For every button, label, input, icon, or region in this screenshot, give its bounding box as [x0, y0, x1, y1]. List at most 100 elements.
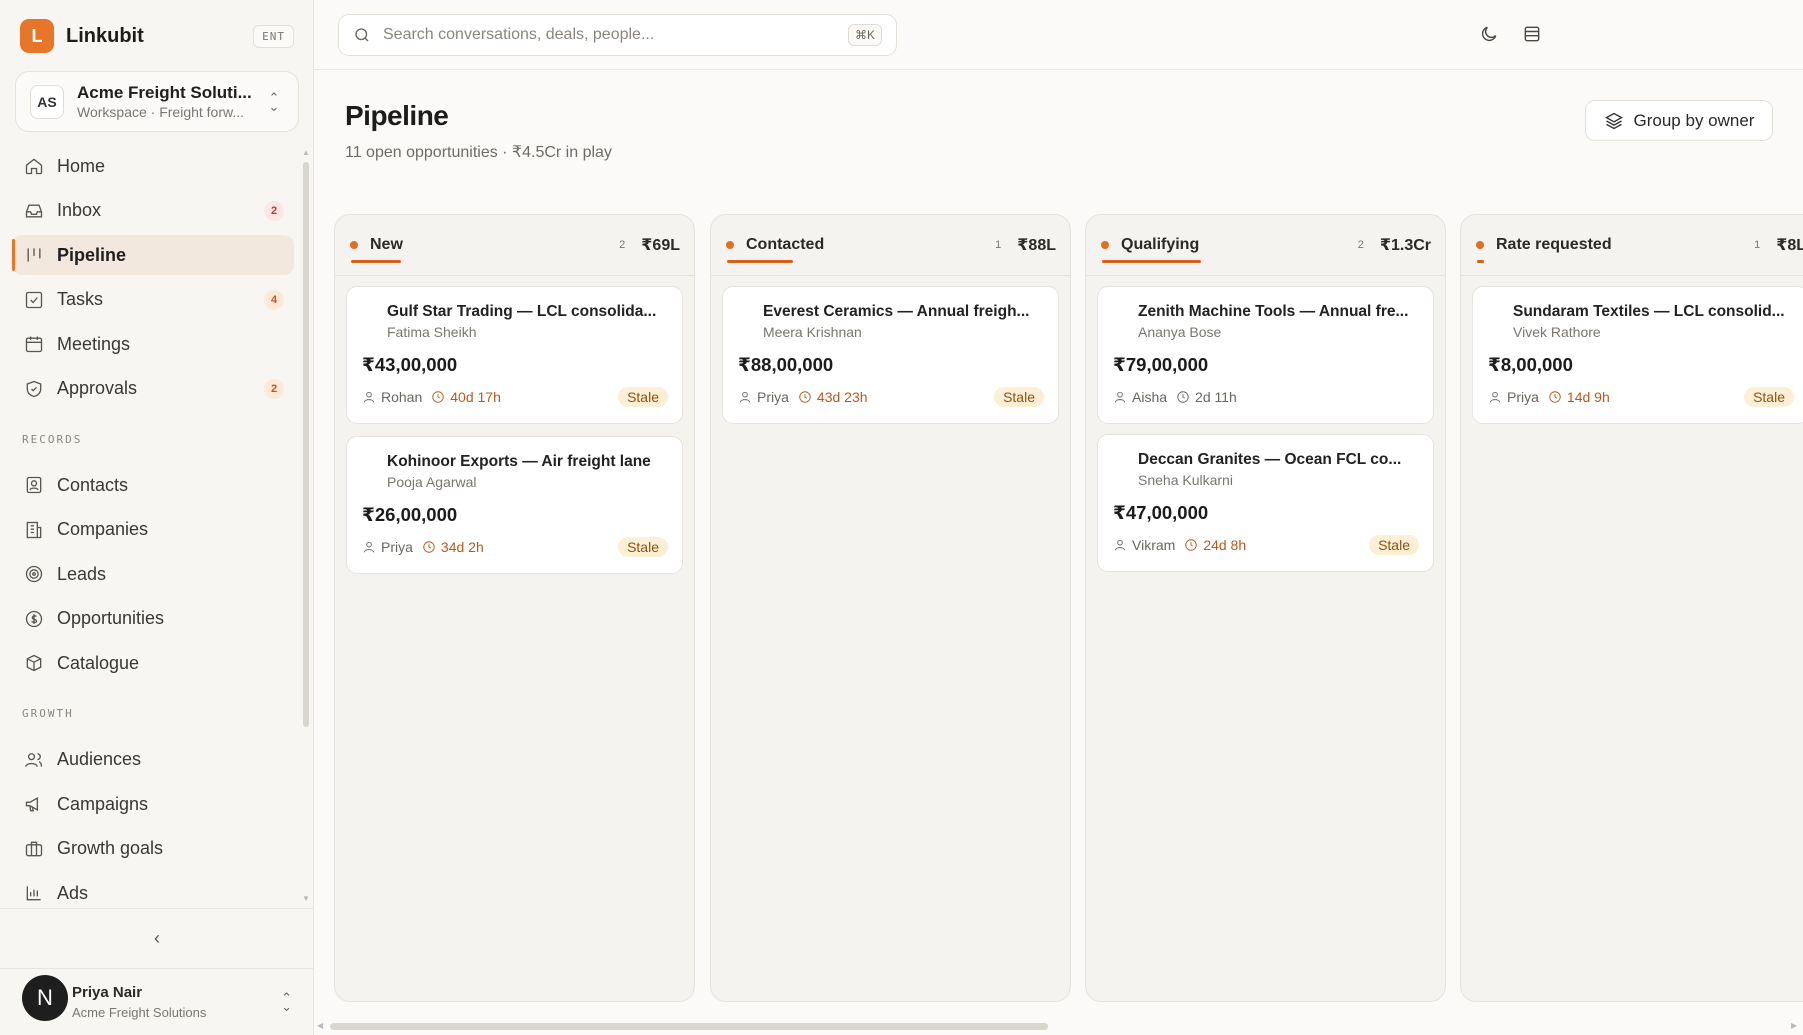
stage-dot [350, 241, 358, 249]
sidebar-item-pipeline[interactable]: Pipeline [12, 235, 294, 275]
deal-meta: Priya 43d 23h [738, 389, 868, 405]
deal-card[interactable]: Deccan Granites — Ocean FCL co... Sneha … [1097, 434, 1434, 572]
sidebar-scroll-down-arrow[interactable]: ▼ [302, 894, 310, 903]
sidebar-item-label: Opportunities [57, 608, 165, 628]
column-header[interactable]: Qualifying 2 ₹1.3Cr [1086, 215, 1445, 276]
column-header[interactable]: New 2 ₹69L [335, 215, 694, 276]
growth-section-label: GROWTH [22, 707, 74, 720]
user-icon [739, 391, 751, 403]
pipeline-column-contacted: Contacted 1 ₹88L Everest Ceramics — Annu… [710, 214, 1071, 1002]
collapse-sidebar-button[interactable]: ‹ [0, 908, 314, 968]
calendar-icon [23, 333, 45, 355]
search-input[interactable]: Search conversations, deals, people... ⌘… [338, 14, 897, 56]
user-name: Priya Nair [72, 984, 143, 1001]
sidebar-item-tasks[interactable]: Tasks 4 [12, 280, 294, 320]
sidebar-scroll-up-arrow[interactable]: ▲ [302, 148, 310, 157]
sidebar-item-catalogue[interactable]: Catalogue [12, 643, 294, 683]
board-scroll-left-arrow[interactable]: ◀ [317, 1021, 323, 1030]
deal-meta: Priya 14d 9h [1488, 389, 1610, 405]
column-total: ₹88L [1017, 237, 1056, 254]
deal-title: Everest Ceramics — Annual freigh... [763, 303, 1030, 320]
deal-title: Sundaram Textiles — LCL consolid... [1513, 303, 1785, 320]
deal-card[interactable]: Everest Ceramics — Annual freigh... Meer… [722, 286, 1059, 424]
deal-amount: ₹47,00,000 [1113, 502, 1209, 523]
user-icon [1489, 391, 1501, 403]
stage-dot [726, 241, 734, 249]
sidebar-item-meetings[interactable]: Meetings [12, 324, 294, 364]
sidebar-item-ads[interactable]: Ads [12, 873, 294, 913]
workspace-switcher[interactable]: AS Acme Freight Soluti... Workspace · Fr… [15, 71, 299, 132]
user-icon [1114, 539, 1126, 551]
sidebar-scrollbar[interactable] [303, 162, 309, 727]
user-org: Acme Freight Solutions [72, 1005, 207, 1020]
deal-amount: ₹8,00,000 [1488, 354, 1573, 375]
deal-age: 34d 2h [422, 539, 484, 555]
theme-toggle-button[interactable] [1477, 22, 1501, 46]
board-horizontal-scrollbar[interactable] [330, 1023, 1048, 1030]
deal-meta: Priya 34d 2h [362, 539, 484, 555]
brand-name: Linkubit [66, 24, 144, 47]
deal-card[interactable]: Zenith Machine Tools — Annual fre... Ana… [1097, 286, 1434, 424]
deal-meta: Rohan 40d 17h [362, 389, 501, 405]
clock-icon [1177, 391, 1189, 403]
sidebar-item-label: Audiences [57, 749, 142, 769]
deal-age-value: 14d 9h [1566, 389, 1610, 405]
deal-card[interactable]: Sundaram Textiles — LCL consolid... Vive… [1472, 286, 1803, 424]
tasks-count-badge: 4 [264, 289, 284, 310]
column-header[interactable]: Rate requested 1 ₹8L [1461, 215, 1803, 276]
clock-icon [799, 391, 811, 403]
sidebar-item-companies[interactable]: Companies [12, 510, 294, 550]
layout-icon [1524, 26, 1540, 42]
target-icon [23, 563, 45, 585]
deal-amount: ₹26,00,000 [362, 504, 458, 525]
sidebar-item-opportunities[interactable]: Opportunities [12, 599, 294, 639]
brand-logo[interactable]: L [20, 19, 54, 53]
sidebar-item-label: Home [57, 155, 106, 176]
shield-icon [23, 378, 45, 400]
board-scroll-right-arrow[interactable]: ▶ [1791, 1021, 1797, 1030]
pipeline-column-qualifying: Qualifying 2 ₹1.3Cr Zenith Machine Tools… [1085, 214, 1446, 1002]
column-title: Qualifying [1121, 236, 1200, 253]
deal-card[interactable]: Kohinoor Exports — Air freight lane Pooj… [346, 436, 683, 574]
sidebar-item-campaigns[interactable]: Campaigns [12, 784, 294, 824]
deal-contact: Sneha Kulkarni [1138, 472, 1233, 488]
sidebar-item-growth-goals[interactable]: Growth goals [12, 829, 294, 869]
page-title: Pipeline [345, 100, 449, 131]
sidebar-item-inbox[interactable]: Inbox 2 [12, 191, 294, 231]
search-shortcut: ⌘K [847, 24, 882, 46]
search-icon [355, 28, 369, 42]
deal-amount: ₹88,00,000 [738, 354, 834, 375]
group-by-owner-button[interactable]: Group by owner [1585, 100, 1773, 141]
column-title: Contacted [746, 236, 825, 253]
sidebar-item-audiences[interactable]: Audiences [12, 740, 294, 780]
deal-card[interactable]: Gulf Star Trading — LCL consolida... Fat… [346, 286, 683, 424]
sidebar-item-home[interactable]: Home [12, 146, 294, 186]
deal-age: 14d 9h [1548, 389, 1610, 405]
deal-age-value: 43d 23h [816, 389, 868, 405]
plan-badge: ENT [253, 24, 294, 48]
pipeline-board: New 2 ₹69L Gulf Star Trading — LCL conso… [334, 214, 1803, 1004]
user-menu[interactable]: N Priya Nair Acme Freight Solutions ⌃ ⌄ [0, 968, 314, 1035]
sidebar: L Linkubit ENT AS Acme Freight Soluti...… [0, 0, 314, 1035]
sidebar-item-contacts[interactable]: Contacts [12, 465, 294, 505]
sidebar-nav: Home Inbox 2 Pipeline Tasks 4 Meetings A… [12, 146, 294, 918]
stage-dot [1101, 241, 1109, 249]
column-title: Rate requested [1496, 236, 1612, 253]
column-progress-bar [727, 260, 793, 263]
clock-icon [1549, 391, 1561, 403]
stale-badge: Stale [1744, 387, 1794, 407]
deal-amount: ₹43,00,000 [362, 354, 458, 375]
column-count: 2 [1357, 239, 1364, 251]
sidebar-item-approvals[interactable]: Approvals 2 [12, 369, 294, 409]
sidebar-item-leads[interactable]: Leads [12, 554, 294, 594]
layers-icon [1604, 112, 1623, 129]
deal-title: Gulf Star Trading — LCL consolida... [387, 303, 657, 320]
approvals-count-badge: 2 [264, 378, 284, 399]
bar-chart-icon [23, 882, 45, 904]
deal-age: 43d 23h [798, 389, 868, 405]
layout-toggle-button[interactable] [1520, 22, 1544, 46]
sidebar-item-label: Companies [57, 519, 149, 539]
column-header[interactable]: Contacted 1 ₹88L [711, 215, 1070, 276]
page-subtitle: 11 open opportunities · ₹4.5Cr in play [345, 144, 612, 161]
deal-age: 24d 8h [1184, 537, 1246, 553]
